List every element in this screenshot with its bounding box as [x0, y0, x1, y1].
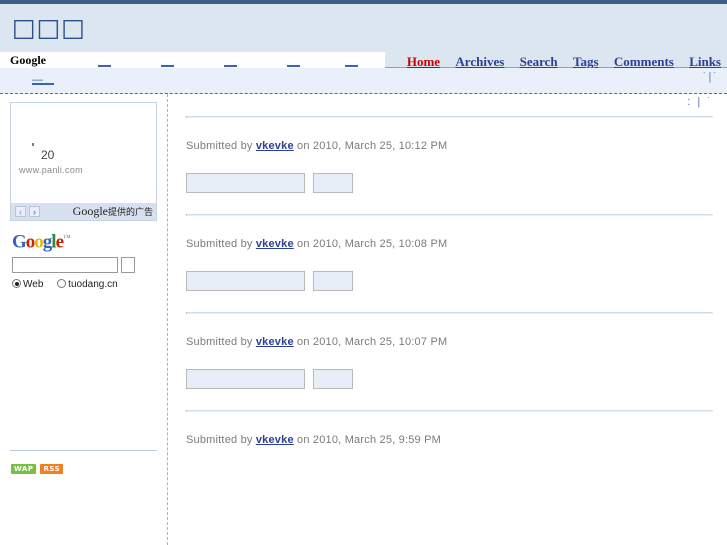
- post-title-row: : | ˙: [186, 94, 713, 116]
- breadcrumb-right-marks: ˙|˙: [702, 71, 719, 83]
- post-meta-suffix: on 2010, March 25, 10:07 PM: [293, 336, 448, 348]
- nav-item-comments[interactable]: Comments: [614, 54, 674, 69]
- sidebar: 20 www.panli.com ‹ › Google提供的广告 Google™: [0, 94, 168, 545]
- google-logo-letter-e: e: [55, 231, 65, 253]
- breadcrumb-bar: — ˙|˙: [0, 68, 727, 94]
- post-entry: Submitted by vkevke on 2010, March 25, 9…: [186, 412, 713, 446]
- ad-headline[interactable]: 20: [41, 148, 54, 162]
- google-bar-link-4[interactable]: [287, 54, 300, 67]
- post-box-wide[interactable]: [186, 173, 305, 193]
- google-logo-letter-g1: G: [12, 231, 27, 253]
- google-adsense-search-bar: Google: [0, 52, 385, 69]
- ad-footer: ‹ › Google提供的广告: [11, 203, 156, 220]
- post-meta-prefix: Submitted by: [186, 434, 256, 446]
- sidebar-divider: [10, 450, 157, 451]
- post-author-link[interactable]: vkevke: [256, 434, 294, 446]
- post-meta: Submitted by vkevke on 2010, March 25, 9…: [186, 434, 713, 446]
- sidebar-badges: WAP RSS: [11, 460, 67, 474]
- nav-item-search[interactable]: Search: [520, 54, 558, 69]
- ad-attribution-text: 提供的广告: [107, 208, 153, 218]
- post-meta-suffix: on 2010, March 25, 10:08 PM: [293, 238, 448, 250]
- nav-item-tags[interactable]: Tags: [573, 54, 599, 69]
- post-meta-prefix: Submitted by: [186, 336, 256, 348]
- google-search-scope-radios: Web tuodang.cn: [12, 279, 152, 290]
- ad-prev-arrow-icon[interactable]: ‹: [15, 206, 26, 217]
- google-bar-link-5[interactable]: [345, 54, 358, 67]
- google-logo: Google™: [12, 228, 152, 252]
- site-header: □□□ Google Home Archives Search Tags Com…: [0, 0, 727, 69]
- post-attachment-boxes: [186, 271, 713, 291]
- google-search-submit-button[interactable]: [121, 257, 135, 274]
- body-wrapper: 20 www.panli.com ‹ › Google提供的广告 Google™: [0, 94, 727, 545]
- ad-bullet-icon: [32, 143, 34, 146]
- post-meta-suffix: on 2010, March 25, 10:12 PM: [293, 140, 448, 152]
- google-bar-link-1[interactable]: [98, 54, 111, 67]
- ad-display-url[interactable]: www.panli.com: [19, 165, 83, 175]
- post-box-wide[interactable]: [186, 271, 305, 291]
- page-root: □□□ Google Home Archives Search Tags Com…: [0, 0, 727, 545]
- post-meta: Submitted by vkevke on 2010, March 25, 1…: [186, 140, 713, 152]
- google-logo-letter-o1: o: [25, 231, 35, 253]
- radio-web-icon[interactable]: [12, 279, 21, 289]
- post-box-narrow[interactable]: [313, 173, 353, 193]
- post-author-link[interactable]: vkevke: [256, 336, 294, 348]
- radio-option-site[interactable]: tuodang.cn: [57, 279, 118, 290]
- nav-item-archives[interactable]: Archives: [455, 54, 504, 69]
- google-bar-link-2[interactable]: [161, 54, 174, 67]
- google-logo-letter-g2: g: [42, 231, 52, 253]
- breadcrumb-home-link[interactable]: —: [32, 74, 54, 85]
- post-author-link[interactable]: vkevke: [256, 140, 294, 152]
- google-bar-link-3[interactable]: [224, 54, 237, 67]
- post-entry: Submitted by vkevke on 2010, March 25, 1…: [186, 314, 713, 389]
- post-box-wide[interactable]: [186, 369, 305, 389]
- radio-web-label: Web: [23, 279, 44, 291]
- radio-site-label: tuodang.cn: [68, 279, 118, 291]
- post-meta-prefix: Submitted by: [186, 238, 256, 250]
- post-meta: Submitted by vkevke on 2010, March 25, 1…: [186, 238, 713, 250]
- post-meta-prefix: Submitted by: [186, 140, 256, 152]
- radio-site-icon[interactable]: [57, 279, 67, 289]
- ad-attribution-google: Google: [72, 204, 108, 218]
- post-meta: Submitted by vkevke on 2010, March 25, 1…: [186, 336, 713, 348]
- google-search-input[interactable]: [12, 257, 118, 274]
- post-title-1[interactable]: : | ˙: [687, 96, 713, 108]
- nav-item-links[interactable]: Links: [689, 54, 721, 69]
- post-entry: Submitted by vkevke on 2010, March 25, 1…: [186, 118, 713, 193]
- google-logo-letter-o2: o: [34, 231, 43, 253]
- post-meta-suffix: on 2010, March 25, 9:59 PM: [293, 434, 442, 446]
- post-box-narrow[interactable]: [313, 369, 353, 389]
- post-entry: Submitted by vkevke on 2010, March 25, 1…: [186, 216, 713, 291]
- rss-badge[interactable]: RSS: [40, 464, 64, 474]
- post-attachment-boxes: [186, 173, 713, 193]
- wap-badge[interactable]: WAP: [11, 464, 37, 474]
- google-logo-trademark-icon: ™: [63, 233, 71, 242]
- radio-option-web[interactable]: Web: [12, 279, 43, 290]
- post-author-link[interactable]: vkevke: [256, 238, 294, 250]
- post-attachment-boxes: [186, 369, 713, 389]
- adsense-ad-box[interactable]: 20 www.panli.com ‹ › Google提供的广告: [10, 102, 157, 221]
- ad-next-arrow-icon[interactable]: ›: [29, 206, 40, 217]
- nav-item-home[interactable]: Home: [407, 54, 440, 69]
- google-search-row: [12, 257, 152, 274]
- post-box-narrow[interactable]: [313, 271, 353, 291]
- site-title: □□□: [12, 13, 86, 42]
- ad-attribution[interactable]: Google提供的广告: [73, 204, 153, 219]
- google-search-widget: Google™ Web tuodang.cn: [12, 228, 152, 290]
- google-bar-label: Google: [10, 53, 88, 69]
- main-content: : | ˙ Submitted by vkevke on 2010, March…: [169, 94, 727, 545]
